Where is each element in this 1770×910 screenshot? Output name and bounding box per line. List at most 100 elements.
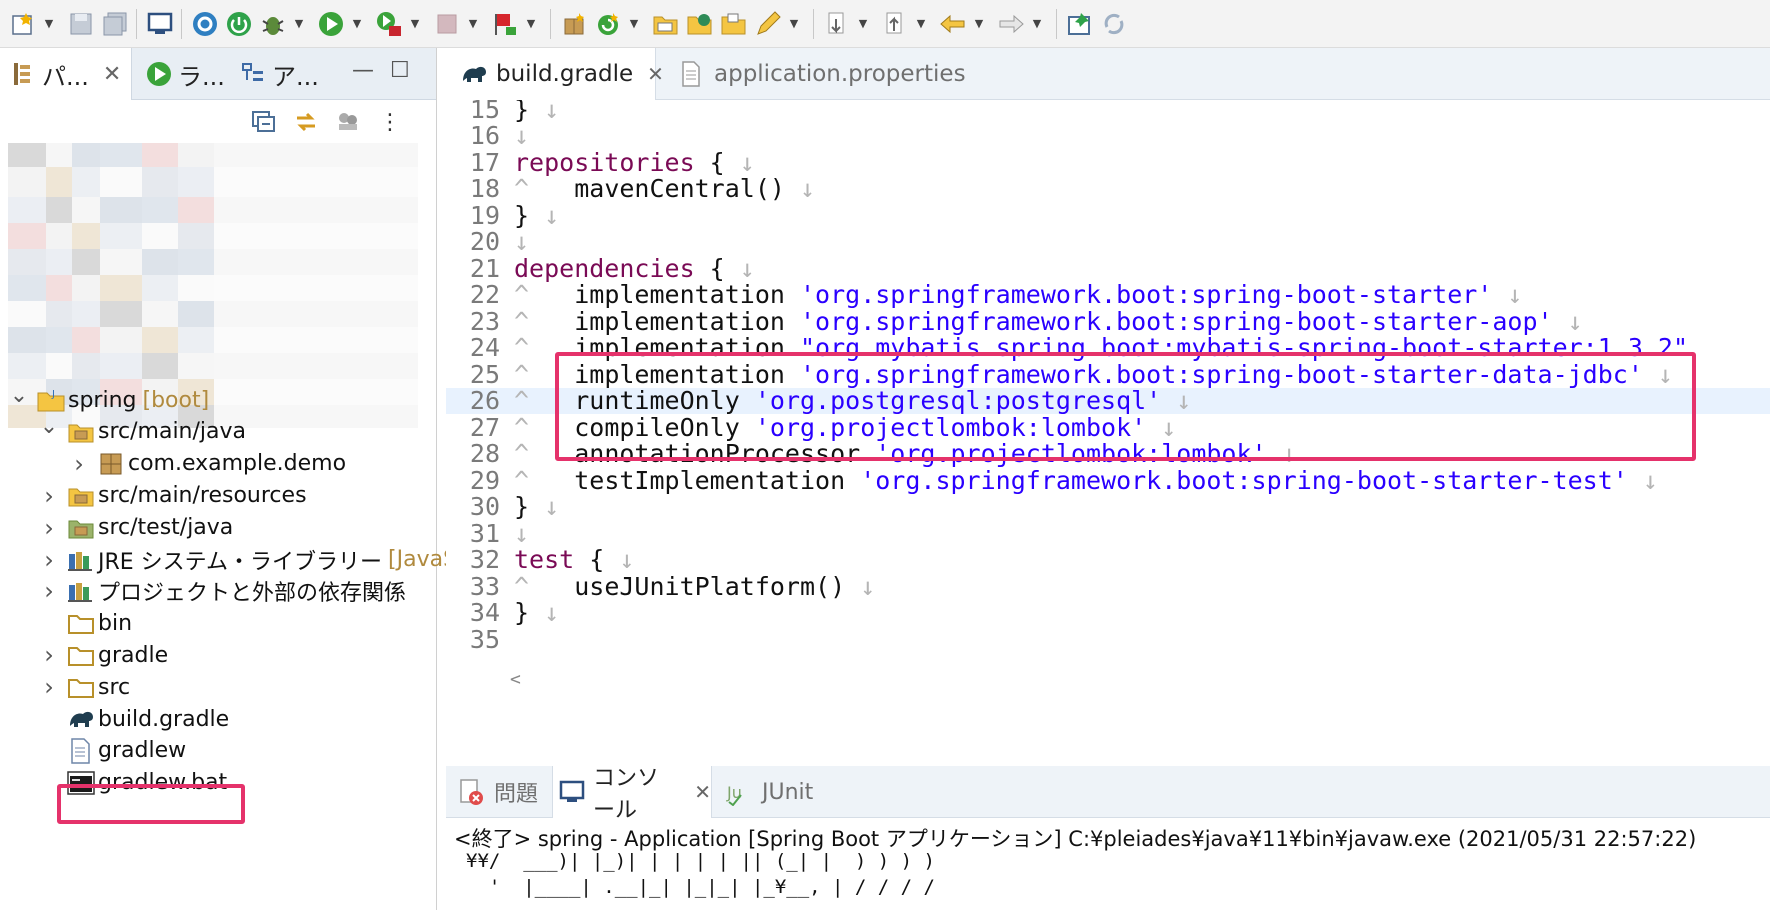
code-line[interactable]: 33 ^ useJUnitPlatform() ↓ [446, 572, 1770, 601]
code-line[interactable]: 25 ^ implementation 'org.springframework.… [446, 360, 1770, 389]
tab-console[interactable]: コンソール ✕ [552, 766, 712, 823]
code-line[interactable]: 22 ^ implementation 'org.springframework.… [446, 280, 1770, 309]
prev-annotation-icon[interactable] [880, 9, 910, 39]
code-line[interactable]: 16 ↓ [446, 121, 1770, 150]
tree-item[interactable]: › プロジェクトと外部の依存関係 [38, 574, 406, 608]
open-task-icon[interactable] [719, 9, 749, 39]
tree-item[interactable]: › JRE システム・ライブラリー [JavaSE- [38, 543, 479, 577]
tree-item[interactable]: gradlew.bat [38, 766, 227, 800]
tree-item[interactable]: › src/main/resources [38, 479, 306, 513]
chevron-down-icon[interactable]: ▼ [914, 9, 928, 39]
run-icon[interactable] [316, 9, 346, 39]
tab-junit[interactable]: Ju JUnit [720, 766, 830, 818]
chevron-down-icon[interactable]: ⌄ [38, 414, 60, 439]
collapse-all-icon[interactable] [250, 108, 278, 136]
code-line[interactable]: 18 ^ mavenCentral() ↓ [446, 174, 1770, 203]
chevron-right-icon[interactable]: › [38, 546, 60, 574]
code-line[interactable]: 21 dependencies { ↓ [446, 254, 1770, 283]
pixelated-block [178, 249, 214, 275]
sync-icon[interactable] [1099, 9, 1129, 39]
code-line[interactable]: 34} ↓ [446, 598, 1770, 627]
tab-outline[interactable]: ア... [236, 48, 326, 100]
new-package-icon[interactable] [559, 9, 589, 39]
code-line[interactable]: 24 ^ implementation "org.mybatis.spring.b… [446, 333, 1770, 362]
chevron-down-icon[interactable]: ▼ [972, 9, 986, 39]
close-icon[interactable]: ✕ [694, 780, 711, 804]
code-line[interactable]: 29 ^ testImplementation 'org.springframew… [446, 466, 1770, 495]
code-line[interactable]: 35 [446, 625, 1770, 654]
tab-run-config[interactable]: ラ... [140, 48, 228, 100]
chevron-down-icon[interactable]: ▼ [627, 9, 641, 39]
settings-icon[interactable] [190, 9, 220, 39]
open-type-icon[interactable] [685, 9, 715, 39]
pixelated-block [72, 301, 100, 327]
close-icon[interactable]: ✕ [647, 62, 664, 86]
chevron-right-icon[interactable]: › [38, 673, 60, 701]
tree-item[interactable]: › src [38, 670, 130, 704]
chevron-down-icon[interactable]: ▼ [292, 9, 306, 39]
chevron-down-icon[interactable]: ▼ [350, 9, 364, 39]
save-icon[interactable] [66, 9, 96, 39]
code-line[interactable]: 27 ^ compileOnly 'org.projectlombok:lombo… [446, 413, 1770, 442]
tab-application-properties[interactable]: application.properties [668, 48, 968, 100]
minimize-icon[interactable]: — [352, 58, 374, 83]
code-line[interactable]: 28 ^ annotationProcessor 'org.projectlomb… [446, 439, 1770, 468]
code-line[interactable]: 26 ^ runtimeOnly 'org.postgresql:postgres… [446, 386, 1770, 415]
filters-icon[interactable] [334, 108, 362, 136]
terminal-icon[interactable] [145, 9, 175, 39]
edit-icon[interactable] [753, 9, 783, 39]
link-with-editor-icon[interactable] [292, 108, 320, 136]
power-icon[interactable] [224, 9, 254, 39]
maximize-icon[interactable]: ☐ [390, 58, 410, 83]
refresh-icon[interactable] [593, 9, 623, 39]
pin-icon[interactable] [1065, 9, 1095, 39]
chevron-right-icon[interactable]: › [38, 641, 60, 669]
tab-problems[interactable]: 問題 [452, 766, 544, 818]
code-line[interactable]: 23 ^ implementation 'org.springframework.… [446, 307, 1770, 336]
close-icon[interactable]: ✕ [103, 62, 121, 87]
chevron-down-icon[interactable]: ⌄ [8, 383, 30, 408]
horizontal-scroll-left-icon[interactable]: < [510, 669, 521, 690]
back-icon[interactable] [938, 9, 968, 39]
flag-icon[interactable] [490, 9, 520, 39]
view-menu-icon[interactable]: ⋮ [376, 108, 404, 136]
tree-item[interactable]: bin [38, 606, 132, 640]
forward-icon[interactable] [996, 9, 1026, 39]
tree-item[interactable]: › src/test/java [38, 511, 233, 545]
new-file-icon[interactable] [8, 9, 38, 39]
chevron-down-icon[interactable]: ▼ [524, 9, 538, 39]
run-config-icon [146, 60, 172, 88]
code-line[interactable]: 19} ↓ [446, 201, 1770, 230]
code-line[interactable]: 31 ↓ [446, 519, 1770, 548]
tree-item[interactable]: gradlew [38, 734, 186, 768]
code-line[interactable]: 17 repositories { ↓ [446, 148, 1770, 177]
code-line[interactable]: 32 test { ↓ [446, 545, 1770, 574]
chevron-down-icon[interactable]: ▼ [1030, 9, 1044, 39]
debug-icon[interactable] [258, 9, 288, 39]
chevron-down-icon[interactable]: ▼ [42, 9, 56, 39]
chevron-down-icon[interactable]: ▼ [856, 9, 870, 39]
chevron-right-icon[interactable]: › [38, 482, 60, 510]
code-line[interactable]: 30} ↓ [446, 492, 1770, 521]
tree-item[interactable]: ⌄ Jspring [boot] [8, 383, 209, 417]
external-tool-icon[interactable] [374, 9, 404, 39]
code-editor[interactable]: < 15} ↓ 16 ↓ 17 repositories { ↓ 18 ^ mavenCen… [446, 100, 1770, 690]
chevron-right-icon[interactable]: › [38, 514, 60, 542]
tree-item[interactable]: build.gradle [38, 702, 229, 736]
save-all-icon[interactable] [100, 9, 130, 39]
tree-item[interactable]: › gradle [38, 638, 168, 672]
code-line[interactable]: 20 ↓ [446, 227, 1770, 256]
chevron-down-icon[interactable]: ▼ [787, 9, 801, 39]
code-line[interactable]: 15} ↓ [446, 100, 1770, 124]
tab-build-gradle[interactable]: build.gradle ✕ [446, 48, 664, 100]
chevron-down-icon[interactable]: ▼ [408, 9, 422, 39]
chevron-right-icon[interactable]: › [68, 450, 90, 478]
stop-icon[interactable] [432, 9, 462, 39]
next-annotation-icon[interactable] [822, 9, 852, 39]
tree-item[interactable]: › com.example.demo [68, 447, 346, 481]
tree-item[interactable]: ⌄ src/main/java [38, 414, 246, 449]
tab-package-explorer[interactable]: パ... ✕ [0, 48, 132, 100]
chevron-down-icon[interactable]: ▼ [466, 9, 480, 39]
open-folder-icon[interactable] [651, 9, 681, 39]
chevron-right-icon[interactable]: › [38, 577, 60, 605]
